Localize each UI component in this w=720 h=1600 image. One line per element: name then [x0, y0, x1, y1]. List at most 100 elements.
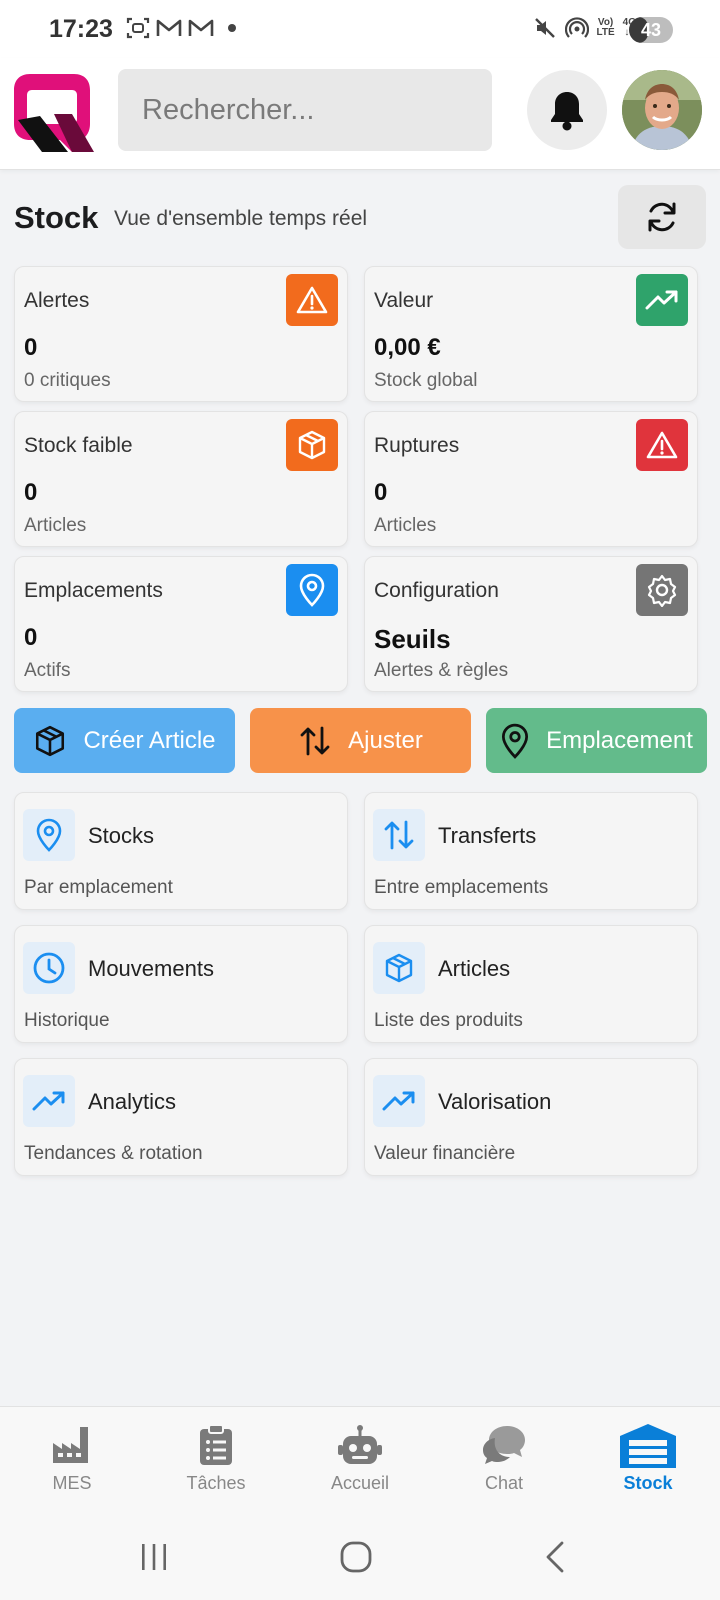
gmail-icon: [188, 19, 214, 36]
avatar-photo: [622, 70, 702, 150]
tab-mes[interactable]: MES: [0, 1407, 144, 1513]
box-icon: [286, 419, 338, 471]
tab-label: MES: [52, 1473, 92, 1493]
gear-icon: [636, 564, 688, 616]
tab-accueil[interactable]: Accueil: [288, 1407, 432, 1513]
stat-sub: Actifs: [24, 660, 71, 681]
refresh-button[interactable]: [618, 185, 706, 249]
tab-label: Stock: [623, 1473, 673, 1493]
stat-value: 0: [24, 334, 38, 361]
battery-level: 43: [640, 20, 662, 40]
warning-icon: [286, 274, 338, 326]
refresh-icon: [648, 202, 676, 232]
stat-card-stock-faible[interactable]: Stock faible 0 Articles: [14, 411, 348, 547]
location-pin-icon: [502, 723, 529, 759]
nav-card-analytics[interactable]: Analytics Tendances & rotation: [14, 1058, 348, 1176]
stat-card-valeur[interactable]: Valeur 0,00 € Stock global: [364, 266, 698, 402]
notifications-button[interactable]: [527, 70, 607, 150]
box-icon: [36, 725, 65, 756]
stat-label: Stock faible: [24, 434, 133, 457]
back-icon[interactable]: [543, 1540, 567, 1574]
tab-chat[interactable]: Chat: [432, 1407, 576, 1513]
stat-card-alertes[interactable]: Alertes 0 0 critiques: [14, 266, 348, 402]
search-input[interactable]: [142, 69, 472, 151]
nav-card-title: Articles: [438, 956, 511, 981]
mute-icon: [534, 18, 555, 38]
stat-card-ruptures[interactable]: Ruptures 0 Articles: [364, 411, 698, 547]
nav-card-articles[interactable]: Articles Liste des produits: [364, 925, 698, 1043]
status-bar: 17:23 Vo) LTE 4G ↓↑ 43: [0, 0, 720, 58]
bell-icon: [551, 92, 583, 131]
stat-value: 0: [374, 479, 388, 506]
warning-icon: [636, 419, 688, 471]
status-time: 17:23: [49, 15, 113, 43]
nav-card-title: Valorisation: [438, 1089, 552, 1114]
battery-indicator: 43: [629, 17, 673, 43]
gmail-icon: [156, 19, 182, 36]
stat-value: 0: [24, 624, 38, 651]
robot-icon: [330, 1421, 390, 1469]
adjust-button[interactable]: Ajuster: [250, 708, 471, 773]
page-subtitle: Vue d'ensemble temps réel: [114, 207, 368, 230]
nav-card-sub: Liste des produits: [374, 1010, 523, 1031]
box-icon: [373, 942, 425, 994]
stat-label: Ruptures: [374, 434, 460, 457]
location-label: Emplacement: [546, 726, 693, 754]
nav-card-sub: Historique: [24, 1010, 110, 1031]
swap-arrows-icon: [300, 726, 330, 755]
app-header: [0, 58, 720, 170]
stat-label: Alertes: [24, 289, 90, 312]
nav-card-stocks[interactable]: Stocks Par emplacement: [14, 792, 348, 910]
nav-card-valorisation[interactable]: Valorisation Valeur financière: [364, 1058, 698, 1176]
trending-up-icon: [373, 1075, 425, 1127]
nav-card-sub: Entre emplacements: [374, 877, 549, 898]
stat-label: Configuration: [374, 579, 499, 602]
chat-bubbles-icon: [474, 1421, 534, 1469]
location-pin-icon: [23, 809, 75, 861]
stat-card-configuration[interactable]: Configuration Seuils Alertes & règles: [364, 556, 698, 692]
app-logo: [14, 74, 94, 152]
nav-card-sub: Valeur financière: [374, 1143, 516, 1164]
tab-label: Accueil: [330, 1473, 390, 1493]
nav-card-title: Analytics: [88, 1089, 177, 1114]
nav-card-transferts[interactable]: Transferts Entre emplacements: [364, 792, 698, 910]
home-icon[interactable]: [339, 1540, 373, 1574]
hotspot-icon: [564, 17, 589, 38]
nav-card-title: Stocks: [88, 823, 155, 848]
stat-sub: 0 critiques: [24, 370, 111, 391]
stat-sub: Articles: [374, 515, 437, 536]
recent-apps-icon[interactable]: [139, 1542, 169, 1572]
nav-card-title: Mouvements: [88, 956, 214, 981]
swap-arrows-icon: [373, 809, 425, 861]
volte-indicator: Vo) LTE: [596, 17, 615, 38]
search-bar[interactable]: [118, 69, 492, 151]
create-article-button[interactable]: Créer Article: [14, 708, 235, 773]
user-avatar[interactable]: [622, 70, 702, 150]
clock-icon: [23, 942, 75, 994]
trending-up-icon: [23, 1075, 75, 1127]
tab-stock[interactable]: Stock: [576, 1407, 720, 1513]
trending-up-icon: [636, 274, 688, 326]
stat-label: Valeur: [374, 289, 434, 312]
stat-card-emplacements[interactable]: Emplacements 0 Actifs: [14, 556, 348, 692]
location-button[interactable]: Emplacement: [486, 708, 707, 773]
warehouse-icon: [618, 1421, 678, 1469]
page-title: Stock: [14, 200, 99, 235]
tab-label: Tâches: [186, 1473, 246, 1493]
bottom-tab-bar: MES Tâches Accueil Chat Stock: [0, 1406, 720, 1512]
nav-card-title: Transferts: [438, 823, 537, 848]
nav-card-sub: Tendances & rotation: [24, 1143, 203, 1164]
stat-sub: Stock global: [374, 370, 478, 391]
nav-card-sub: Par emplacement: [24, 877, 173, 898]
screenshot-icon: [126, 17, 150, 39]
adjust-label: Ajuster: [348, 726, 423, 754]
stat-value: 0: [24, 479, 38, 506]
stat-sub: Alertes & règles: [374, 660, 509, 681]
stat-sub: Articles: [24, 515, 87, 536]
stat-value: Seuils: [374, 624, 451, 654]
create-article-label: Créer Article: [83, 726, 216, 754]
tab-taches[interactable]: Tâches: [144, 1407, 288, 1513]
nav-card-mouvements[interactable]: Mouvements Historique: [14, 925, 348, 1043]
notification-dot-icon: [228, 24, 236, 32]
stat-value: 0,00 €: [374, 334, 441, 361]
